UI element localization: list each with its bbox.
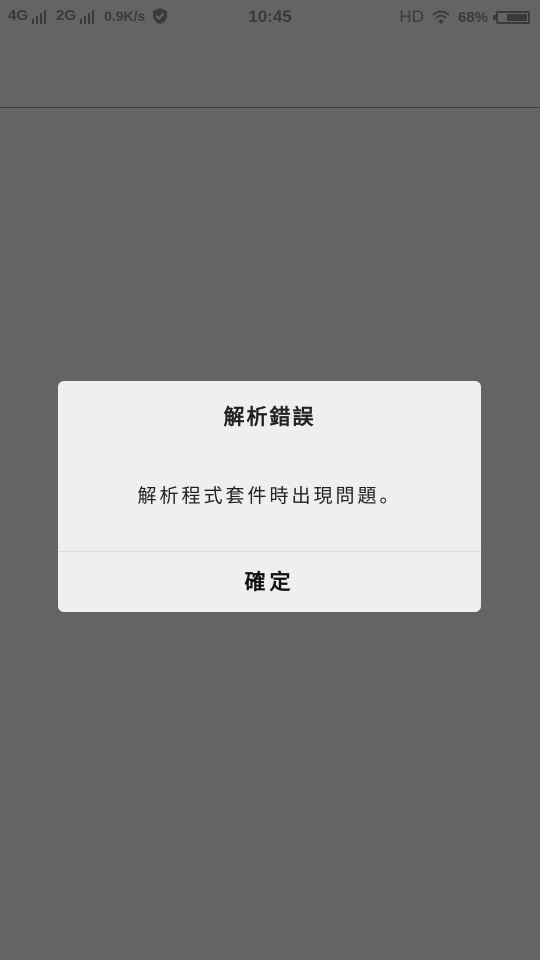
error-dialog: 解析錯誤 解析程式套件時出現問題。 確定 <box>58 381 481 612</box>
status-bar: 4G 2G 0.9K/s 10:45 HD 68% <box>0 0 540 34</box>
dialog-title: 解析錯誤 <box>223 404 316 429</box>
hd-indicator: HD <box>399 7 424 26</box>
ok-button[interactable]: 確定 <box>58 552 481 612</box>
action-bar <box>0 34 540 108</box>
dialog-message: 解析程式套件時出現問題。 <box>137 485 402 507</box>
wifi-icon <box>432 10 450 24</box>
battery-level <box>506 13 527 21</box>
status-right: HD 68% <box>399 7 530 27</box>
battery-icon <box>493 10 530 24</box>
battery-percent: 68% <box>457 8 488 26</box>
